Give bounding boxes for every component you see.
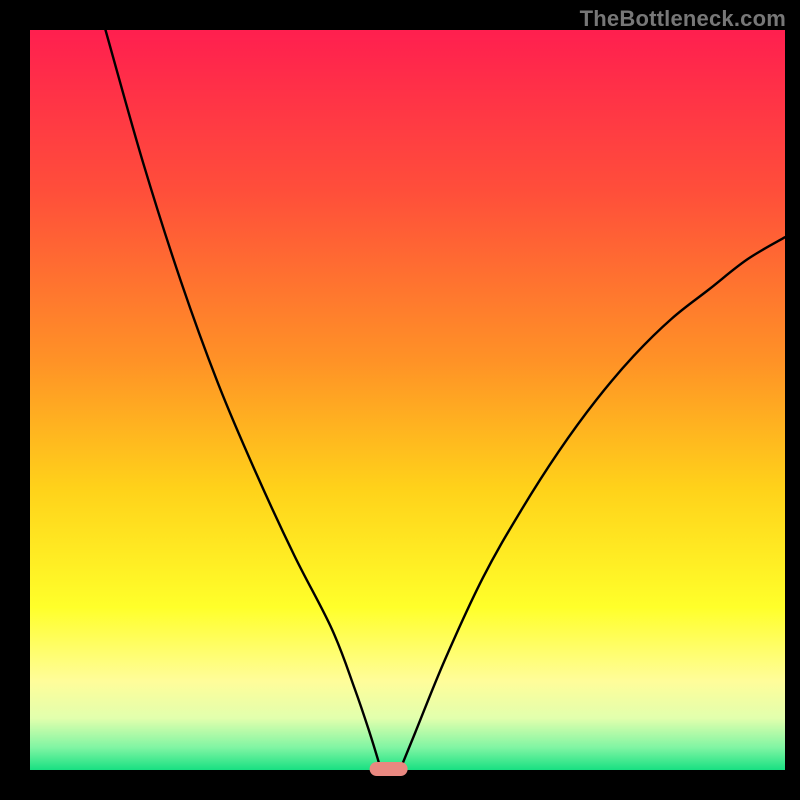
bottleneck-marker: [370, 762, 408, 776]
bottleneck-chart: [0, 0, 800, 800]
watermark-text: TheBottleneck.com: [580, 6, 786, 32]
plot-area: [30, 30, 785, 770]
chart-frame: TheBottleneck.com: [0, 0, 800, 800]
